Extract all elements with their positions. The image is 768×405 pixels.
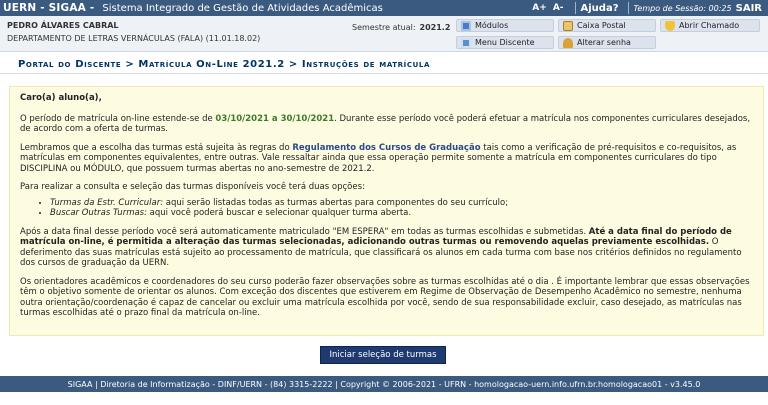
system-title: Sistema Integrado de Gestão de Atividade… [102, 2, 383, 14]
font-increase-button[interactable]: A+ [532, 3, 547, 13]
breadcrumb: Portal do Discente > Matrícula On-Line 2… [0, 56, 768, 74]
semester-label: Semestre atual: [352, 23, 416, 32]
menu-discente-button[interactable]: Menu Discente [456, 36, 554, 49]
alterar-senha-label: Alterar senha [577, 38, 631, 47]
modulos-label: Módulos [475, 21, 509, 30]
footer: SIGAA | Diretoria de Informatização - DI… [0, 376, 768, 392]
divider [574, 2, 576, 14]
option-label: Buscar Outras Turmas: [50, 208, 147, 218]
modulos-button[interactable]: Módulos [456, 19, 554, 32]
start-selection-button[interactable]: Iniciar seleção de turmas [320, 346, 446, 364]
text: aqui serão listadas todas as turmas aber… [163, 197, 509, 208]
caixa-postal-button[interactable]: Caixa Postal [558, 19, 656, 32]
font-decrease-button[interactable]: A- [553, 3, 564, 13]
paragraph-advisors: Os orientadores acadêmicos e coordenador… [20, 276, 750, 319]
abrir-chamado-label: Abrir Chamado [679, 21, 740, 30]
divider [627, 2, 629, 14]
current-semester: Semestre atual: 2021.2 [352, 23, 450, 32]
logout-button[interactable]: SAIR [736, 3, 762, 14]
modulos-icon [461, 20, 471, 31]
option-label: Turmas da Estr. Curricular: [50, 197, 164, 208]
regulamento-link[interactable]: Regulamento dos Cursos de Graduação [292, 143, 480, 153]
user-department: DEPARTAMENTO DE LETRAS VERNÁCULAS (FALA)… [7, 34, 261, 43]
menu-icon [461, 37, 471, 48]
paragraph-options: Para realizar a consulta e seleção das t… [20, 182, 365, 192]
caixa-postal-label: Caixa Postal [577, 21, 626, 30]
text: Lembramos que a escolha das turmas está … [20, 142, 293, 153]
brand-title[interactable]: UERN - SIGAA - [0, 2, 94, 14]
paragraph-period: O período de matrícula on-line estende-s… [20, 114, 753, 135]
list-item: Turmas da Estr. Curricular: aqui serão l… [50, 198, 753, 209]
top-bar: UERN - SIGAA - Sistema Integrado de Gest… [0, 0, 768, 16]
help-link[interactable]: Ajuda? [581, 3, 619, 14]
abrir-chamado-button[interactable]: Abrir Chamado [660, 19, 760, 32]
alterar-senha-button[interactable]: Alterar senha [558, 36, 656, 49]
user-name: PEDRO ÁLVARES CABRAL [7, 21, 119, 30]
breadcrumb-text: Portal do Discente > Matrícula On-Line 2… [18, 59, 430, 70]
list-item: Buscar Outras Turmas: aqui você poderá b… [50, 208, 753, 219]
paragraph-deadline: Após a data final desse período você ser… [20, 227, 753, 269]
session-timer: Tempo de Sessão: 00:25 [633, 3, 732, 13]
paragraph-rules: Lembramos que a escolha das turmas está … [20, 143, 753, 175]
bell-icon [665, 20, 675, 31]
text: O período de matrícula on-line estende-s… [20, 113, 216, 124]
options-list: Turmas da Estr. Curricular: aqui serão l… [50, 198, 753, 219]
text: aqui você poderá buscar e selecionar qua… [146, 208, 412, 218]
semester-value: 2021.2 [419, 23, 451, 32]
user-info-bar: PEDRO ÁLVARES CABRAL DEPARTAMENTO DE LET… [0, 16, 768, 52]
instructions-panel: Caro(a) aluno(a), O período de matrícula… [9, 86, 764, 336]
enrollment-dates: 03/10/2021 a 30/10/2021 [215, 113, 335, 124]
text: Após a data final desse período você ser… [20, 226, 589, 237]
menu-discente-label: Menu Discente [475, 38, 535, 47]
key-icon [563, 37, 573, 48]
mail-icon [563, 20, 573, 31]
greeting: Caro(a) aluno(a), [20, 93, 102, 103]
